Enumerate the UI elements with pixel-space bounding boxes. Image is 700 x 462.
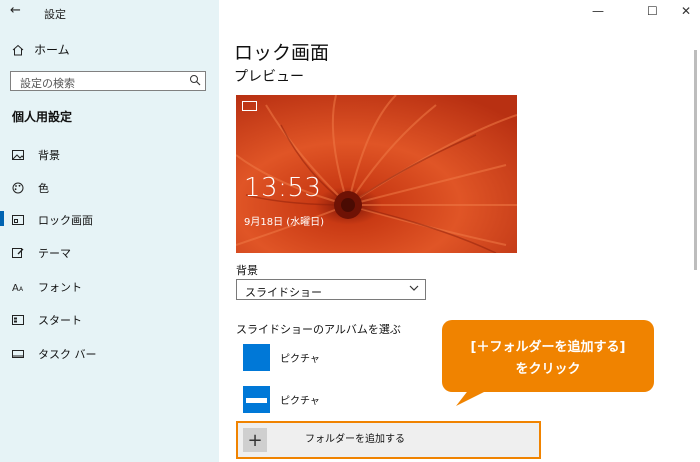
add-folder-label: フォルダーを追加する xyxy=(305,434,405,445)
theme-brush-icon xyxy=(12,248,24,258)
callout-line-1: [＋フォルダーを追加する] xyxy=(470,340,626,355)
active-indicator xyxy=(0,211,4,226)
sidebar-item-theme[interactable]: テーマ xyxy=(12,245,71,261)
preview-time: 13:53 xyxy=(244,173,322,203)
section-title: 個人用設定 xyxy=(12,110,73,124)
svg-text:A: A xyxy=(12,283,19,293)
folder-tile-icon xyxy=(243,386,270,413)
plus-icon: + xyxy=(243,428,267,452)
album-label: スライドショーのアルバムを選ぶ xyxy=(236,323,401,336)
sidebar-item-start[interactable]: スタート xyxy=(12,312,82,328)
sidebar-item-label: 背景 xyxy=(38,149,60,162)
callout-line-2: をクリック xyxy=(515,362,581,377)
preview-date: 9月18日 (水曜日) xyxy=(244,217,325,228)
home-label: ホーム xyxy=(34,43,70,57)
album-item-label: ピクチャ xyxy=(280,354,320,365)
sidebar: ← 設定 ホーム 設定の検索 個人用設定 背景 色 ロック画面 テーマ A A … xyxy=(0,0,219,462)
search-input[interactable]: 設定の検索 xyxy=(10,71,206,91)
home-icon xyxy=(12,44,24,55)
palette-icon xyxy=(12,182,24,194)
add-folder-button[interactable]: + フォルダーを追加する xyxy=(236,421,541,459)
album-item-label: ピクチャ xyxy=(280,396,320,407)
title-bar: ← 設定 xyxy=(0,0,219,26)
sidebar-item-color[interactable]: 色 xyxy=(12,180,49,196)
sidebar-item-label: ロック画面 xyxy=(38,214,93,227)
sidebar-item-label: テーマ xyxy=(38,247,71,260)
lock-screen-preview: 13:53 9月18日 (水曜日) xyxy=(236,95,517,253)
sidebar-item-lock-screen[interactable]: ロック画面 xyxy=(12,212,93,228)
search-placeholder: 設定の検索 xyxy=(20,77,75,90)
chevron-down-icon xyxy=(409,285,419,291)
scrollbar[interactable] xyxy=(694,50,697,270)
minimize-button[interactable]: — xyxy=(592,4,604,18)
close-button[interactable]: ✕ xyxy=(681,4,691,18)
folder-tile-icon xyxy=(243,344,270,371)
taskbar-icon xyxy=(12,350,24,358)
preview-heading: プレビュー xyxy=(234,69,304,85)
search-icon xyxy=(190,75,201,86)
sidebar-item-label: タスク バー xyxy=(38,348,97,361)
slideshow-icon xyxy=(242,101,257,111)
sidebar-item-label: スタート xyxy=(38,314,82,327)
album-item[interactable]: ピクチャ xyxy=(243,344,320,371)
image-icon xyxy=(12,150,24,160)
sidebar-item-background[interactable]: 背景 xyxy=(12,147,60,163)
svg-text:A: A xyxy=(19,286,24,293)
page-title: ロック画面 xyxy=(234,42,330,64)
instruction-callout: [＋フォルダーを追加する] をクリック xyxy=(442,320,654,392)
maximize-button[interactable]: ☐ xyxy=(647,4,658,18)
album-item[interactable]: ピクチャ xyxy=(243,386,320,413)
sidebar-item-label: 色 xyxy=(38,182,49,195)
sidebar-item-font[interactable]: A A フォント xyxy=(12,279,82,295)
lock-screen-icon xyxy=(12,215,24,225)
back-button[interactable]: ← xyxy=(10,3,21,18)
background-select-value: スライドショー xyxy=(245,286,322,299)
font-icon: A A xyxy=(12,283,24,293)
start-icon xyxy=(12,315,24,325)
home-nav-item[interactable]: ホーム xyxy=(12,41,70,58)
sidebar-item-label: フォント xyxy=(38,281,82,294)
background-select[interactable]: スライドショー xyxy=(236,279,426,300)
background-label: 背景 xyxy=(236,264,258,277)
window-title: 設定 xyxy=(44,8,66,21)
sidebar-item-taskbar[interactable]: タスク バー xyxy=(12,346,97,362)
